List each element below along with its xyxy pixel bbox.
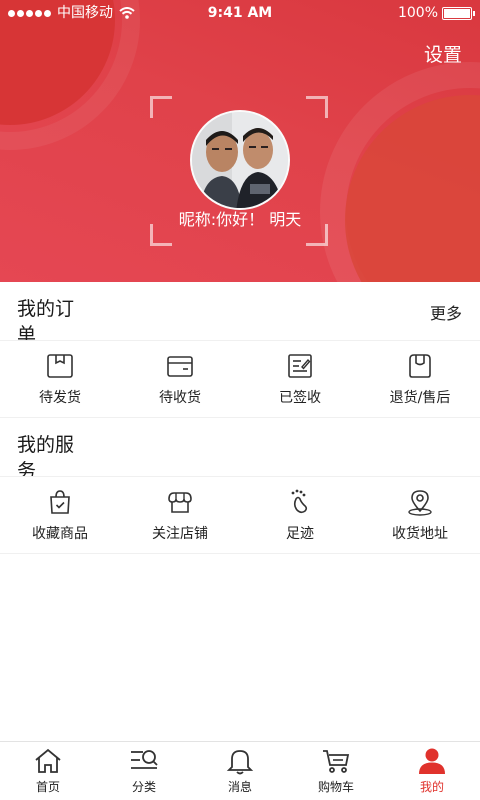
frame-corner <box>306 96 328 118</box>
signed-document-icon <box>288 354 312 378</box>
user-icon <box>419 748 445 774</box>
cell-label: 收货地址 <box>392 526 448 542</box>
tab-label: 消息 <box>227 780 252 794</box>
settings-button[interactable]: 设置 <box>424 40 462 67</box>
cell-label: 已签收 <box>279 390 321 406</box>
box-icon <box>47 354 73 378</box>
tab-category[interactable]: 分类 <box>96 742 192 800</box>
services-section-header: 我的服务 <box>0 418 480 482</box>
bell-icon <box>226 750 254 775</box>
tab-mine[interactable]: 我的 <box>384 742 480 800</box>
order-pending-receipt[interactable]: 待收货 <box>120 341 240 417</box>
category-search-icon <box>131 750 158 769</box>
status-bar: 中国移动 9:41 AM 100% <box>0 0 480 26</box>
service-addresses[interactable]: 收货地址 <box>360 477 480 553</box>
return-bag-icon <box>409 354 431 378</box>
tab-cart[interactable]: 购物车 <box>288 742 384 800</box>
order-returns[interactable]: 退货/售后 <box>360 341 480 417</box>
avatar-photo <box>192 112 288 208</box>
orders-section-header: 我的订单 更多 <box>0 282 480 346</box>
bottom-tab-bar: 首页 分类 消息 购物车 我的 <box>0 741 480 800</box>
tab-label: 首页 <box>35 780 60 794</box>
tab-label: 购物车 <box>317 780 354 794</box>
tab-home[interactable]: 首页 <box>0 742 96 800</box>
service-favorites[interactable]: 收藏商品 <box>0 477 120 553</box>
cell-label: 退货/售后 <box>389 390 451 406</box>
cell-label: 关注店铺 <box>152 526 208 542</box>
tab-label: 分类 <box>131 780 156 794</box>
battery-icon <box>442 6 475 20</box>
order-pending-shipment[interactable]: 待发货 <box>0 341 120 417</box>
footprint-icon <box>291 489 308 514</box>
service-footprints[interactable]: 足迹 <box>240 477 360 553</box>
profile-header: 中国移动 9:41 AM 100% 设置 昵称:你好！ 明天 <box>0 0 480 282</box>
cell-label: 足迹 <box>286 526 314 542</box>
services-row: 收藏商品 关注店铺 足迹 收货地址 <box>0 476 480 554</box>
home-icon <box>35 748 61 773</box>
wallet-icon <box>167 356 193 377</box>
nickname-label: 昵称:你好！ 明天 <box>178 210 302 229</box>
favorite-bag-icon <box>50 490 70 514</box>
tab-label: 我的 <box>419 780 444 794</box>
cell-label: 待发货 <box>39 390 81 406</box>
more-orders-link[interactable]: 更多 <box>430 300 462 324</box>
cell-label: 待收货 <box>159 390 201 406</box>
order-signed[interactable]: 已签收 <box>240 341 360 417</box>
location-pin-icon <box>408 490 432 516</box>
tab-messages[interactable]: 消息 <box>192 742 288 800</box>
battery-percent: 100% <box>397 5 438 21</box>
cart-icon <box>323 750 350 773</box>
cell-label: 收藏商品 <box>32 526 88 542</box>
service-followed-shops[interactable]: 关注店铺 <box>120 477 240 553</box>
shop-icon <box>168 492 192 513</box>
avatar[interactable] <box>190 110 290 210</box>
orders-row: 待发货 待收货 已签收 退货/售后 <box>0 340 480 418</box>
frame-corner <box>150 96 172 118</box>
